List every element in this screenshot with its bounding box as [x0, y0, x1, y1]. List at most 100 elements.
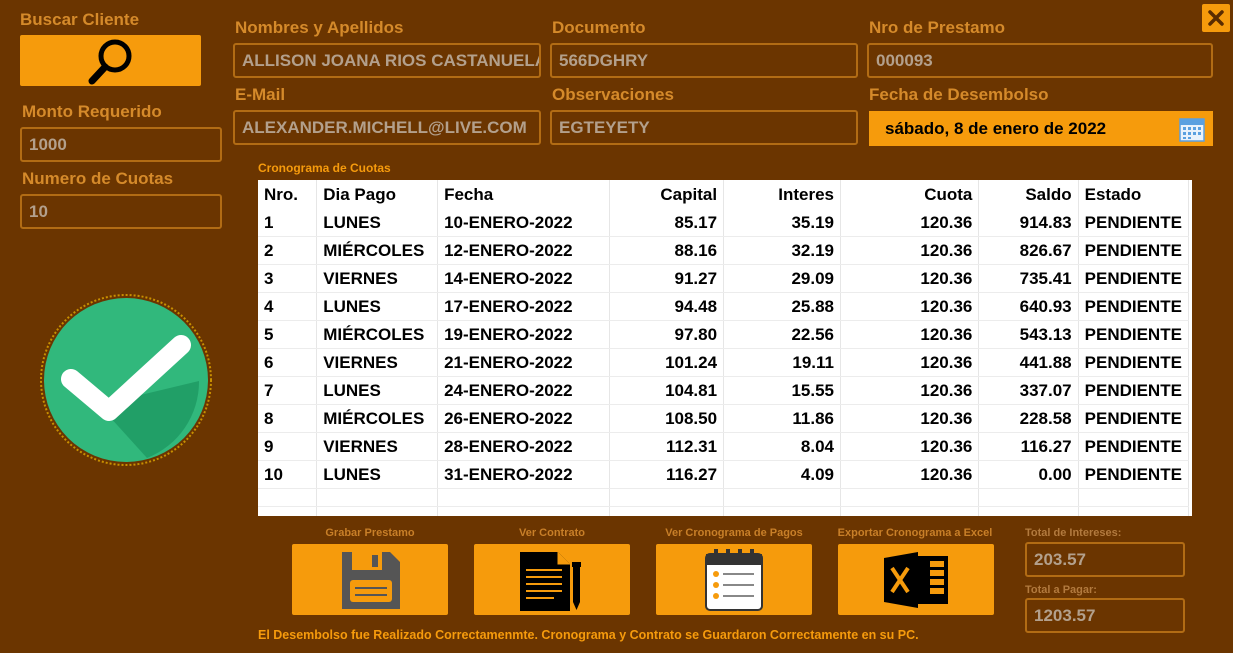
table-row[interactable]: 3 VIERNES 14-ENERO-2022 91.27 29.09 120.36 735…	[258, 264, 1190, 293]
save-loan-button[interactable]	[292, 544, 448, 615]
table-row[interactable]: 6 VIERNES 21-ENERO-2022 101.24 19.11 120.36 44…	[258, 348, 1190, 377]
header-col-estado[interactable]: Estado	[1078, 180, 1190, 209]
col-interes-cell: 29.09	[723, 264, 841, 293]
search-icon	[88, 39, 132, 85]
nro-prestamo-field[interactable]: 000093	[867, 43, 1213, 78]
col-estado-cell: PENDIENTE	[1078, 404, 1190, 433]
empty-cell	[316, 488, 439, 507]
empty-cell	[609, 488, 725, 507]
col-capital-cell: 116.27	[609, 460, 725, 489]
email-field[interactable]: ALEXANDER.MICHELL@LIVE.COM	[233, 110, 541, 145]
col-dia-pago-cell: VIERNES	[316, 348, 439, 377]
col-nro-cell: 6	[258, 348, 318, 377]
table-row[interactable]: 4 LUNES 17-ENERO-2022 94.48 25.88 120.36 640.9…	[258, 292, 1190, 321]
empty-cell	[840, 488, 980, 507]
search-client-button[interactable]	[20, 35, 201, 86]
col-estado-cell: PENDIENTE	[1078, 432, 1190, 461]
col-dia-pago-cell: LUNES	[316, 376, 439, 405]
header-col-dia-pago[interactable]: Dia Pago	[316, 180, 439, 209]
table-row[interactable]: 1 LUNES 10-ENERO-2022 85.17 35.19 120.36 914.8…	[258, 209, 1190, 237]
table-row[interactable]: 8 MIÉRCOLES 26-ENERO-2022 108.50 11.86 120.36…	[258, 404, 1190, 433]
col-nro-cell: 3	[258, 264, 318, 293]
col-estado-cell: PENDIENTE	[1078, 264, 1190, 293]
header-col-fecha[interactable]: Fecha	[437, 180, 611, 209]
close-icon	[1208, 10, 1224, 26]
col-fecha-cell: 21-ENERO-2022	[437, 348, 611, 377]
table-row[interactable]: 7 LUNES 24-ENERO-2022 104.81 15.55 120.36 337.…	[258, 376, 1190, 405]
col-fecha-cell: 28-ENERO-2022	[437, 432, 611, 461]
grabar-label: Grabar Prestamo	[325, 527, 415, 539]
col-estado-cell: PENDIENTE	[1078, 236, 1190, 265]
col-capital-cell: 85.17	[609, 209, 725, 237]
fecha-picker[interactable]: sábado, 8 de enero de 2022	[869, 111, 1213, 146]
contrato-label: Ver Contrato	[518, 527, 585, 539]
view-contract-button[interactable]	[474, 544, 630, 615]
table-header-row: Nro. Dia Pago Fecha Capital Interes Cuota Sald…	[258, 180, 1190, 209]
col-saldo-cell: 914.83	[978, 209, 1079, 237]
header-col-nro[interactable]: Nro.	[258, 180, 318, 209]
cronograma-table[interactable]: Nro. Dia Pago Fecha Capital Interes Cuota Sald…	[258, 180, 1192, 516]
status-message: El Desembolso fue Realizado Correctamenm…	[258, 628, 919, 642]
col-dia-pago-cell: LUNES	[316, 460, 439, 489]
header-col-interes[interactable]: Interes	[723, 180, 841, 209]
view-schedule-button[interactable]	[656, 544, 812, 615]
total-pagar-field[interactable]: 1203.57	[1025, 598, 1185, 633]
table-row[interactable]: 9 VIERNES 28-ENERO-2022 112.31 8.04 120.36 116…	[258, 432, 1190, 461]
empty-cell	[978, 488, 1079, 507]
col-capital-cell: 94.48	[609, 292, 725, 321]
col-dia-pago-cell: LUNES	[316, 209, 439, 237]
header-col-cuota[interactable]: Cuota	[840, 180, 980, 209]
table-row[interactable]: 10 LUNES 31-ENERO-2022 116.27 4.09 120.36 0.00…	[258, 460, 1190, 489]
col-saldo-cell: 826.67	[978, 236, 1079, 265]
col-estado-cell: PENDIENTE	[1078, 292, 1190, 321]
col-capital-cell: 101.24	[609, 348, 725, 377]
col-capital-cell: 88.16	[609, 236, 725, 265]
empty-cell	[437, 488, 611, 507]
monto-field[interactable]: 1000	[20, 127, 222, 162]
empty-cell	[316, 506, 439, 516]
document-icon	[520, 552, 581, 611]
calendar-icon[interactable]	[1179, 116, 1205, 142]
fecha-value: sábado, 8 de enero de 2022	[885, 119, 1107, 138]
empty-row	[258, 488, 1190, 507]
excel-icon	[884, 552, 948, 608]
col-dia-pago-cell: MIÉRCOLES	[316, 404, 439, 433]
empty-row	[258, 506, 1190, 516]
schedule-icon	[705, 549, 763, 611]
empty-cell	[609, 506, 725, 516]
col-fecha-cell: 26-ENERO-2022	[437, 404, 611, 433]
col-nro-cell: 8	[258, 404, 318, 433]
header-col-capital[interactable]: Capital	[609, 180, 725, 209]
buscar-cliente-label: Buscar Cliente	[20, 10, 140, 29]
col-saldo-cell: 441.88	[978, 348, 1079, 377]
empty-cell	[723, 488, 841, 507]
col-fecha-cell: 17-ENERO-2022	[437, 292, 611, 321]
col-saldo-cell: 228.58	[978, 404, 1079, 433]
col-fecha-cell: 31-ENERO-2022	[437, 460, 611, 489]
col-fecha-cell: 14-ENERO-2022	[437, 264, 611, 293]
col-cuota-cell: 120.36	[840, 376, 980, 405]
col-dia-pago-cell: MIÉRCOLES	[316, 236, 439, 265]
col-nro-cell: 7	[258, 376, 318, 405]
documento-field[interactable]: 566DGHRY	[550, 43, 858, 78]
export-excel-button[interactable]	[838, 544, 994, 615]
close-button[interactable]	[1202, 4, 1230, 32]
col-cuota-cell: 120.36	[840, 348, 980, 377]
save-icon	[342, 552, 400, 609]
cronograma-label: Cronograma de Cuotas	[258, 161, 391, 175]
col-interes-cell: 11.86	[723, 404, 841, 433]
col-interes-cell: 25.88	[723, 292, 841, 321]
observaciones-field[interactable]: EGTEYETY	[550, 110, 858, 145]
documento-label: Documento	[552, 18, 646, 37]
total-intereses-label: Total de Intereses:	[1025, 527, 1122, 539]
col-interes-cell: 4.09	[723, 460, 841, 489]
cuotas-field[interactable]: 10	[20, 194, 222, 229]
header-col-saldo[interactable]: Saldo	[978, 180, 1079, 209]
table-row[interactable]: 2 MIÉRCOLES 12-ENERO-2022 88.16 32.19 120.36 8…	[258, 236, 1190, 265]
col-nro-cell: 1	[258, 209, 318, 237]
empty-cell	[1078, 488, 1190, 507]
nombres-field[interactable]: ALLISON JOANA RIOS CASTANUELAS	[233, 43, 541, 78]
total-intereses-field[interactable]: 203.57	[1025, 542, 1185, 577]
col-dia-pago-cell: LUNES	[316, 292, 439, 321]
table-row[interactable]: 5 MIÉRCOLES 19-ENERO-2022 97.80 22.56 120.36 5…	[258, 320, 1190, 349]
